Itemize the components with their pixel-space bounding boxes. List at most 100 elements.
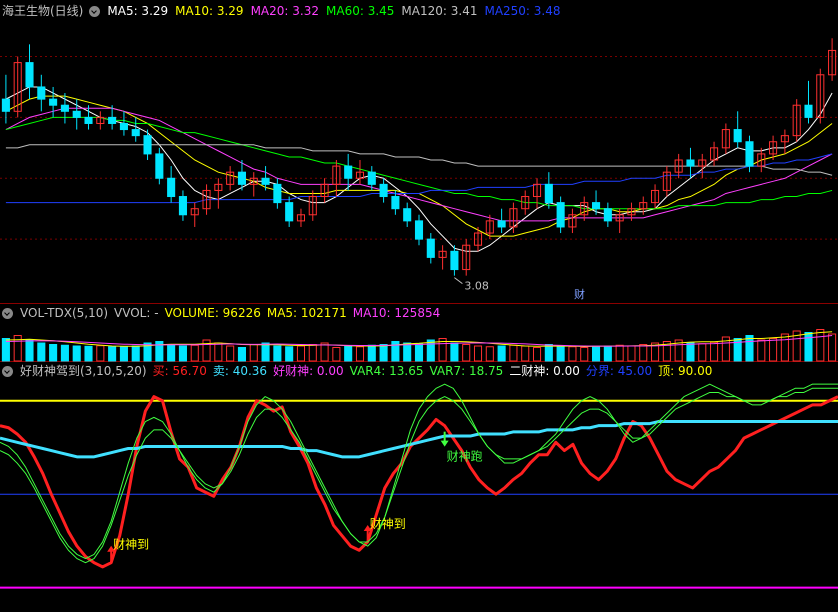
candle-body — [1, 98, 10, 112]
candle-body — [603, 208, 612, 222]
volume-bar — [214, 342, 223, 362]
volume-bar — [497, 345, 506, 362]
volume-bar — [332, 347, 341, 362]
volume-bar — [710, 341, 719, 362]
candle-body — [733, 129, 742, 143]
volume-bar — [367, 344, 376, 362]
volume-bar — [592, 345, 601, 362]
volume-bar — [84, 345, 93, 362]
volume-bar — [462, 344, 471, 362]
volume-bar — [414, 343, 424, 362]
volume-bar — [108, 346, 117, 362]
volume-bar — [178, 345, 187, 362]
volume-bar — [780, 333, 789, 362]
volume-bar — [485, 346, 494, 362]
ma-line-ma250 — [5, 153, 833, 204]
candle-body — [60, 104, 69, 112]
volume-bar — [355, 346, 365, 362]
volume-bar — [816, 329, 825, 362]
candle-body — [544, 183, 553, 204]
volume-bar — [603, 345, 612, 362]
volume-bar — [804, 332, 813, 362]
volume-bar — [379, 344, 388, 362]
stock-chart[interactable]: 3.08财财神到财神到财神跑 — [0, 0, 838, 612]
ma-line-ma120 — [5, 144, 833, 176]
candle-body — [450, 250, 459, 271]
volume-bar — [403, 342, 412, 362]
candle-body — [285, 202, 294, 222]
volume-bar — [226, 345, 235, 362]
candle-body — [556, 202, 565, 228]
volume-bar — [627, 345, 636, 362]
ma-line-ma60 — [5, 116, 833, 210]
volume-bar — [190, 344, 199, 362]
volume-bar — [49, 344, 58, 362]
price-marker-label: 财 — [574, 287, 585, 301]
candle-body — [178, 196, 187, 216]
volume-bar — [828, 333, 837, 362]
volume-bar — [580, 347, 589, 362]
volume-bar — [96, 345, 105, 362]
indicator-line-VAR7 — [0, 387, 838, 564]
low-pointer — [454, 277, 463, 285]
candle-body — [37, 86, 46, 100]
candle-body — [237, 171, 246, 185]
volume-bar — [167, 344, 176, 362]
volume-bar — [249, 344, 258, 362]
buy-signal-label: 财神到 — [370, 517, 406, 531]
candle-body — [273, 183, 282, 204]
candle-body — [391, 196, 400, 210]
low-price-label: 3.08 — [464, 280, 489, 293]
volume-bar — [344, 345, 353, 362]
volume-bar — [25, 339, 34, 362]
candle-body — [379, 183, 388, 198]
candle-body — [592, 202, 601, 210]
volume-bar — [285, 346, 294, 362]
candle-body — [143, 135, 152, 155]
volume-bar — [320, 342, 329, 362]
candle-body — [344, 165, 353, 179]
volume-bar — [450, 342, 459, 362]
volume-bar — [296, 345, 306, 362]
candle-body — [403, 208, 412, 222]
volume-bar — [532, 347, 542, 362]
volume-bar — [698, 343, 707, 362]
candle-body — [119, 122, 128, 131]
candle-body — [131, 129, 140, 137]
candle-body — [426, 238, 435, 258]
sell-arrow-head — [440, 440, 449, 447]
buy-signal-label: 财神到 — [113, 538, 149, 552]
candle-body — [108, 116, 117, 124]
candle-body — [155, 153, 164, 179]
volume-bar — [757, 339, 766, 362]
volume-bar — [509, 344, 518, 362]
candle-body — [745, 141, 754, 167]
volume-bar — [686, 342, 695, 362]
volume-bar — [37, 342, 46, 362]
volume-bar — [473, 345, 483, 362]
candle-body — [261, 177, 270, 185]
candle-body — [414, 220, 424, 240]
volume-bar — [273, 345, 282, 362]
volume-bar — [639, 344, 648, 362]
candle-body — [72, 110, 81, 118]
candle-body — [367, 171, 376, 185]
volume-bar — [72, 345, 81, 362]
volume-bar — [769, 338, 778, 362]
candle-body — [686, 159, 695, 167]
volume-bar — [60, 344, 69, 362]
volume-bar — [568, 346, 577, 362]
candle-body — [497, 220, 506, 228]
volume-bar — [131, 345, 140, 362]
volume-bar — [745, 335, 754, 362]
candle-body — [25, 62, 34, 88]
candle-body — [804, 104, 813, 118]
volume-bar — [237, 347, 246, 362]
candle-body — [84, 116, 93, 124]
volume-bar — [615, 344, 624, 362]
volume-bar — [261, 342, 270, 362]
volume-bar — [426, 339, 435, 362]
volume-bar — [119, 346, 128, 362]
candle-body — [167, 177, 176, 198]
volume-bar — [308, 344, 317, 362]
